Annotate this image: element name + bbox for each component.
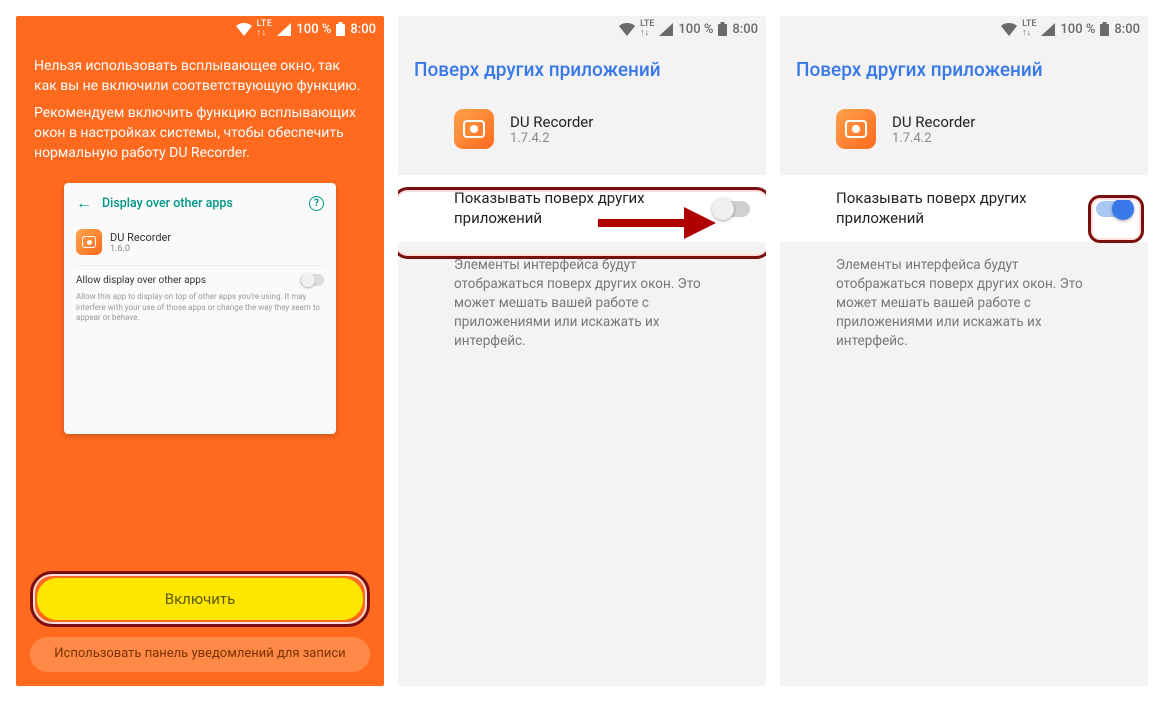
signal-icon — [1041, 23, 1055, 36]
page-title: Поверх других приложений — [398, 42, 766, 101]
status-bar: LTE↑↓ 100 % 8:00 — [398, 16, 766, 42]
app-version: 1.7.4.2 — [510, 131, 593, 146]
overlay-description: Элементы интерфейса будут отображаться п… — [780, 242, 1148, 350]
use-notification-panel-button[interactable]: Использовать панель уведомлений для запи… — [30, 637, 370, 672]
network-label: LTE↑↓ — [257, 20, 273, 38]
battery-pct: 100 % — [296, 22, 331, 37]
app-info-row: DU Recorder 1.7.4.2 — [780, 101, 1148, 157]
overlay-switch-on[interactable] — [1096, 201, 1132, 217]
clock: 8:00 — [732, 22, 758, 37]
network-label: LTE↑↓ — [640, 20, 654, 38]
prompt-line-1: Нельзя использовать всплывающее окно, та… — [34, 56, 366, 97]
card-description: Allow this app to display on top of othe… — [76, 292, 324, 323]
wifi-icon — [1001, 23, 1017, 36]
page-title: Поверх других приложений — [780, 42, 1148, 101]
battery-icon — [718, 22, 727, 36]
overlay-description: Элементы интерфейса будут отображаться п… — [398, 242, 766, 350]
back-arrow-icon: ← — [76, 193, 92, 213]
battery-icon — [1100, 22, 1109, 36]
overlay-toggle-row[interactable]: Показывать поверх других приложений — [780, 175, 1148, 242]
wifi-icon — [619, 23, 635, 36]
wifi-icon — [236, 23, 252, 36]
status-bar: LTE↑↓ 100 % 8:00 — [780, 16, 1148, 42]
prompt-line-2: Рекомендуем включить функцию всплывающих… — [34, 103, 366, 164]
overlay-switch-off[interactable] — [714, 201, 750, 217]
screen-3-overlay-settings-on: LTE↑↓ 100 % 8:00 Поверх других приложени… — [780, 16, 1148, 686]
du-recorder-icon — [836, 109, 876, 149]
overlay-toggle-row[interactable]: Показывать поверх других приложений — [398, 175, 766, 242]
du-recorder-icon — [76, 229, 102, 255]
card-app-name: DU Recorder — [110, 231, 171, 244]
enable-button[interactable]: Включить — [37, 578, 363, 620]
prompt-text: Нельзя использовать всплывающее окно, та… — [16, 42, 384, 179]
card-title: Display over other apps — [102, 196, 299, 211]
app-info-row: DU Recorder 1.7.4.2 — [398, 101, 766, 157]
du-recorder-icon — [454, 109, 494, 149]
battery-pct: 100 % — [678, 22, 713, 37]
mini-switch-off — [300, 274, 324, 286]
status-bar: LTE↑↓ 100 % 8:00 — [16, 16, 384, 42]
network-label: LTE↑↓ — [1022, 20, 1036, 38]
signal-icon — [659, 23, 673, 36]
app-name: DU Recorder — [892, 113, 975, 131]
overlay-toggle-label: Показывать поверх других приложений — [836, 189, 1066, 228]
card-app-version: 1.6.0 — [110, 244, 171, 254]
app-name: DU Recorder — [510, 113, 593, 131]
clock: 8:00 — [350, 22, 376, 37]
settings-preview-card: ← Display over other apps ? DU Recorder … — [64, 183, 336, 433]
clock: 8:00 — [1114, 22, 1140, 37]
overlay-toggle-label: Показывать поверх других приложений — [454, 189, 684, 228]
highlight-ring: Включить — [30, 571, 370, 627]
screen-1-du-recorder-prompt: LTE↑↓ 100 % 8:00 Нельзя использовать всп… — [16, 16, 384, 686]
battery-icon — [336, 22, 345, 36]
app-version: 1.7.4.2 — [892, 131, 975, 146]
battery-pct: 100 % — [1060, 22, 1095, 37]
allow-label: Allow display over other apps — [76, 275, 206, 286]
help-icon: ? — [309, 196, 324, 211]
screen-2-overlay-settings-off: LTE↑↓ 100 % 8:00 Поверх других приложени… — [398, 16, 766, 686]
signal-icon — [277, 23, 291, 36]
